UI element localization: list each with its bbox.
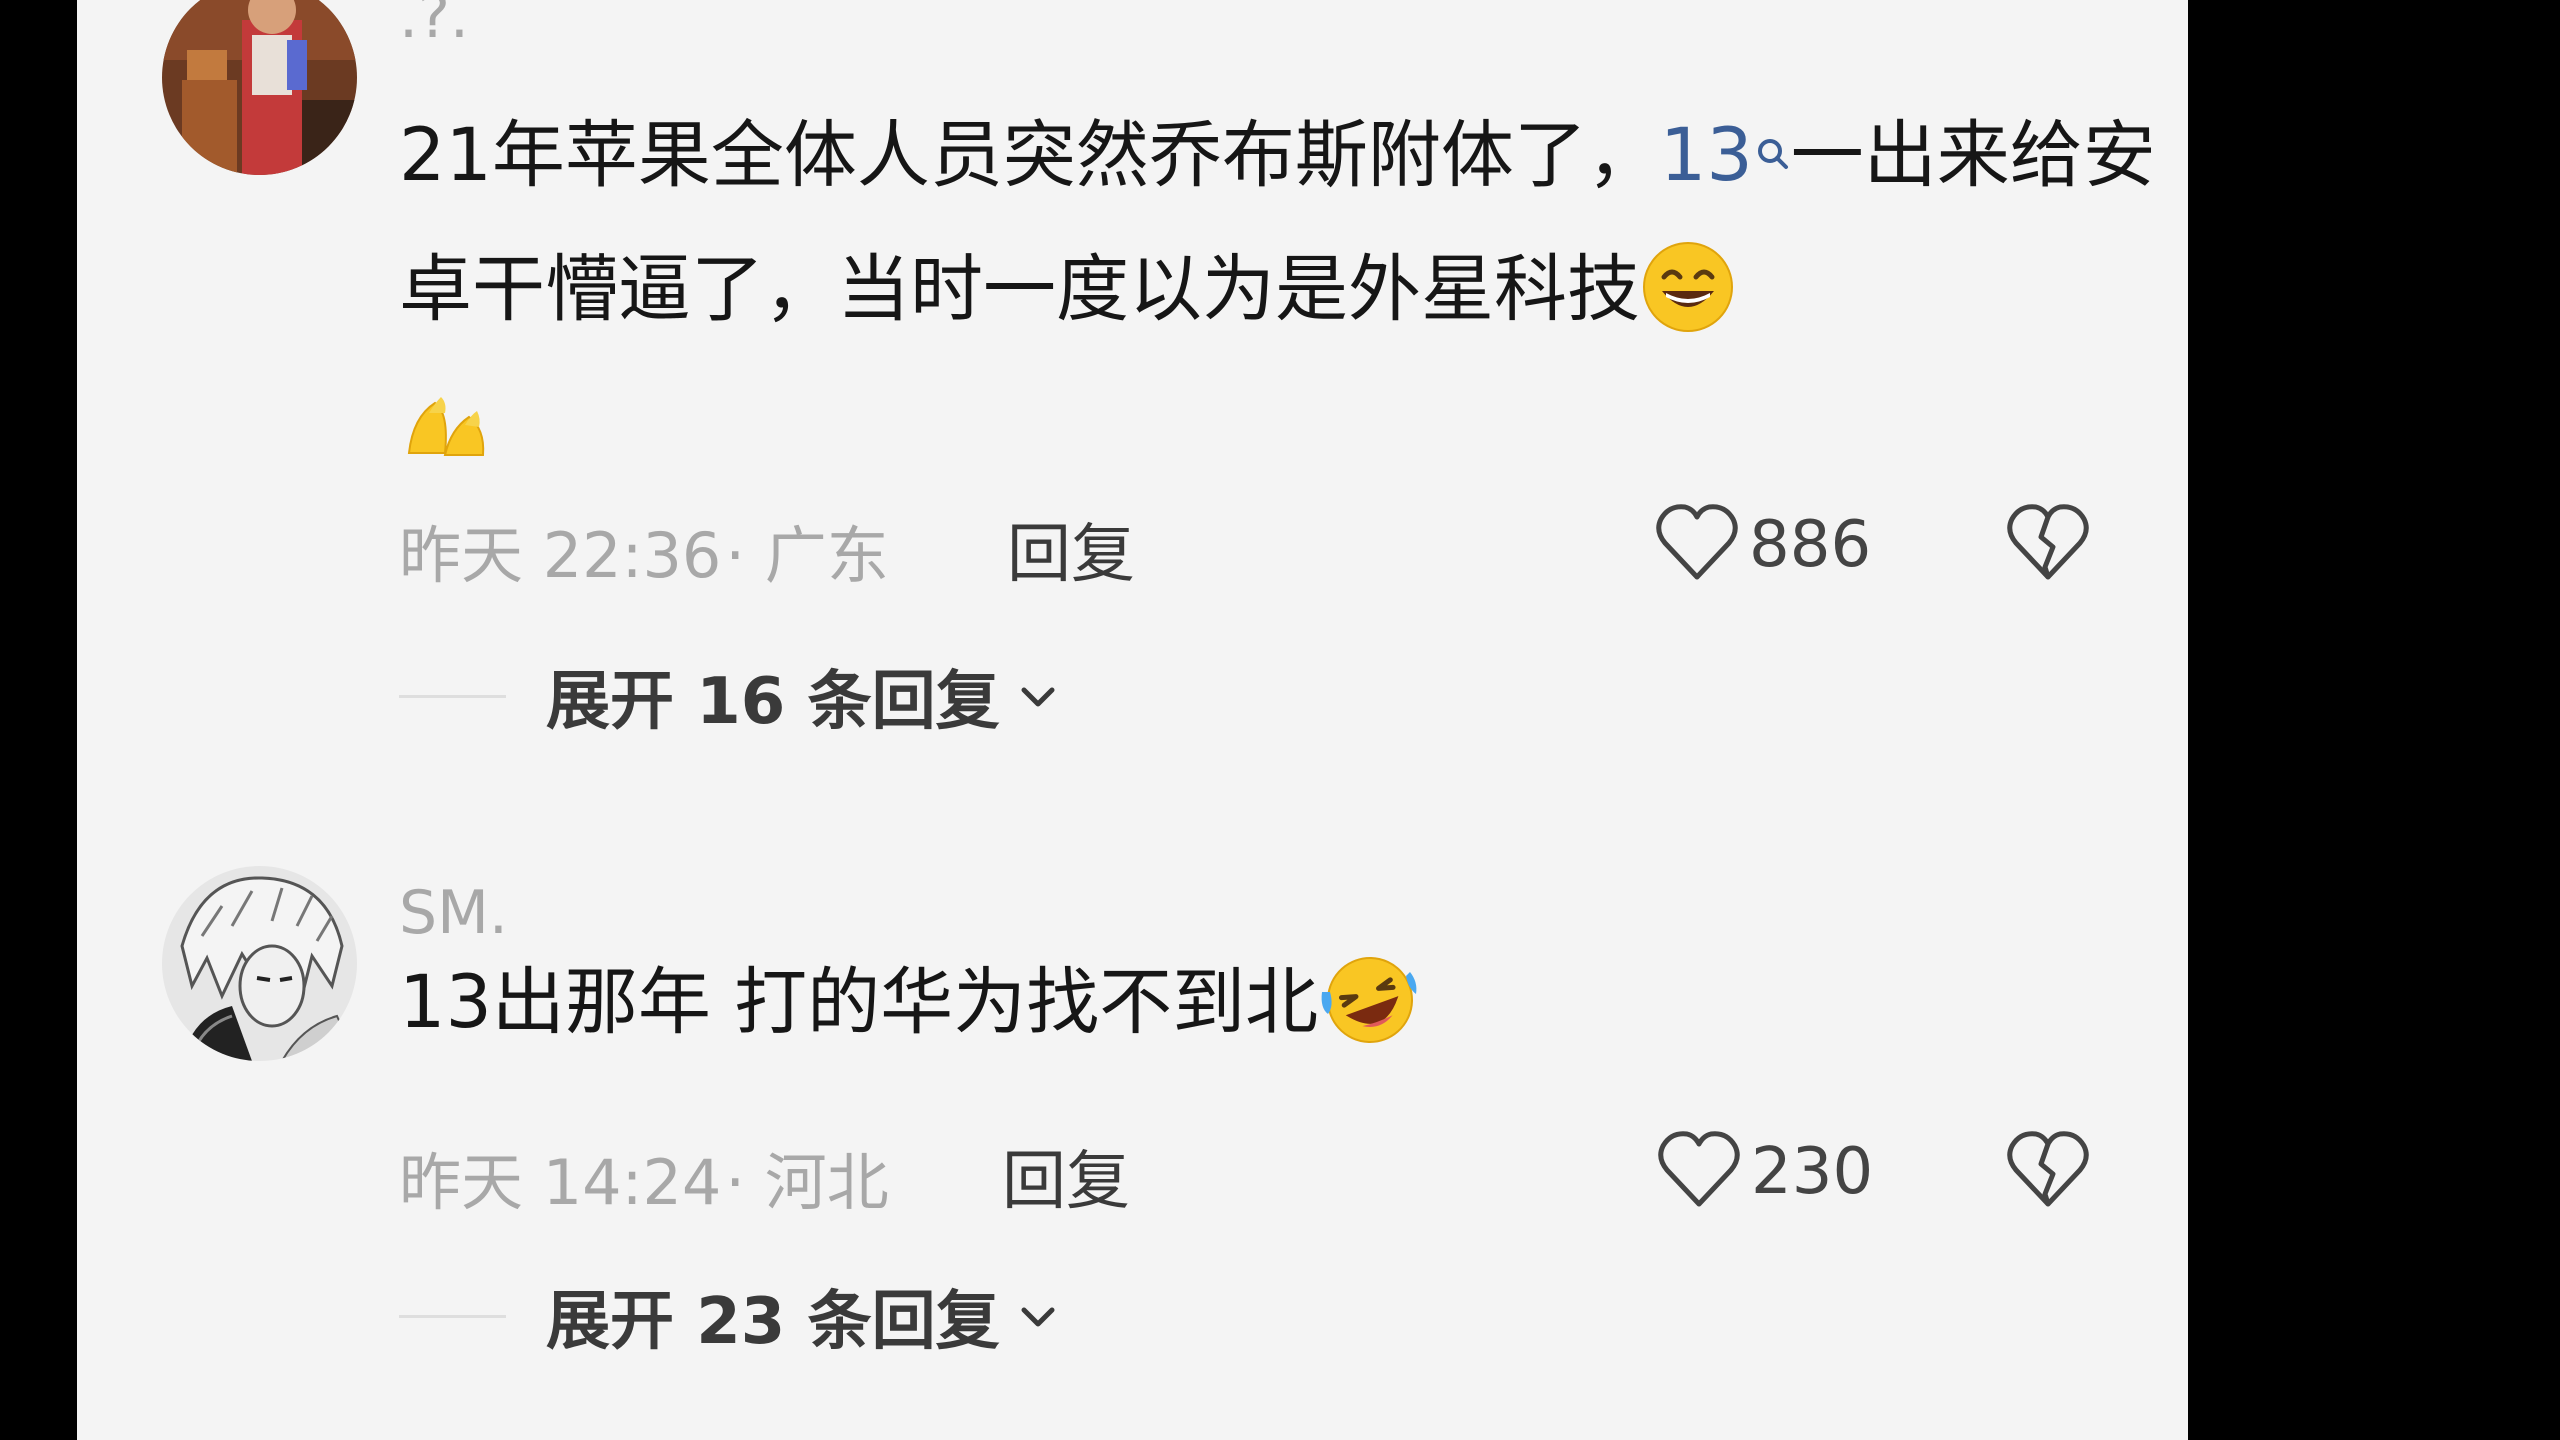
chevron-down-icon	[1018, 682, 1058, 716]
username[interactable]: .?.	[399, 0, 469, 52]
avatar[interactable]	[162, 866, 357, 1061]
comment-text: 13出那年 打的华为找不到北	[399, 936, 2179, 1070]
region: · 广东	[725, 519, 889, 592]
search-link[interactable]: 13	[1660, 113, 1791, 198]
heart-icon	[1655, 503, 1739, 587]
broken-heart-icon	[2005, 504, 2091, 587]
avatar[interactable]	[162, 0, 357, 175]
heart-icon	[1657, 1130, 1741, 1214]
expand-replies-label: 展开 16 条回复	[546, 665, 1000, 739]
comment-panel: .?. 21年苹果全体人员突然乔布斯附体了，13 一出来给安卓干懵逼了，当时一度以…	[77, 0, 2188, 1440]
comment-text: 21年苹果全体人员突然乔布斯附体了，13 一出来给安卓干懵逼了，当时一度以为是外星…	[399, 89, 2179, 491]
comment-meta: 昨天 14:24· 河北	[399, 1132, 889, 1222]
region: · 河北	[725, 1146, 889, 1219]
rolling-laughing-emoji	[1318, 952, 1417, 1048]
broken-heart-icon	[2005, 1131, 2091, 1214]
like-button[interactable]: 230	[1657, 1130, 1873, 1214]
timestamp: 昨天 14:24	[399, 1146, 722, 1219]
divider-line	[399, 1314, 506, 1318]
grin-emoji	[1640, 239, 1736, 335]
reply-button[interactable]: 回复	[1002, 1130, 1130, 1222]
comment-meta: 昨天 22:36· 广东	[399, 505, 889, 595]
dislike-button[interactable]	[2005, 503, 2091, 587]
like-count: 230	[1751, 1135, 1874, 1209]
expand-replies-label: 展开 23 条回复	[546, 1285, 1000, 1359]
tapping-fingers-emoji	[399, 373, 495, 469]
expand-replies-button[interactable]: 展开 23 条回复	[399, 1270, 1058, 1362]
divider-line	[399, 694, 506, 698]
search-icon	[1755, 81, 1791, 215]
timestamp: 昨天 22:36	[399, 519, 722, 592]
expand-replies-button[interactable]: 展开 16 条回复	[399, 650, 1058, 742]
dislike-button[interactable]	[2005, 1130, 2091, 1214]
like-button[interactable]: 886	[1655, 503, 1871, 587]
chevron-down-icon	[1018, 1302, 1058, 1336]
like-count: 886	[1749, 508, 1872, 582]
reply-button[interactable]: 回复	[1007, 503, 1135, 595]
